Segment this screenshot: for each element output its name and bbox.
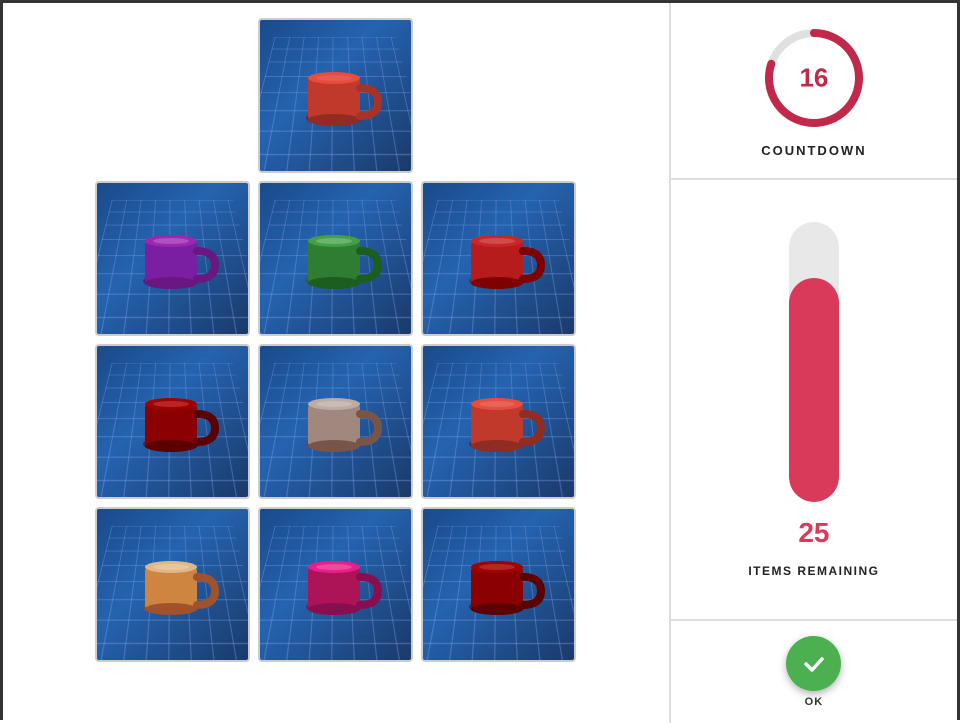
- progress-bar-fill: [789, 278, 839, 502]
- ok-section: OK: [671, 621, 957, 723]
- ok-button[interactable]: [786, 636, 841, 691]
- mug-row-2: [95, 344, 576, 499]
- mug-cell-r2c3[interactable]: [421, 344, 576, 499]
- ok-label: OK: [805, 696, 824, 708]
- items-remaining-number: 25: [798, 517, 829, 549]
- countdown-section: 16 COUNTDOWN: [671, 3, 957, 180]
- progress-bar-container: [789, 222, 839, 502]
- mug-cell-r2c2[interactable]: [258, 344, 413, 499]
- mug-cell-r3c2[interactable]: [258, 507, 413, 662]
- mug-row-1: [95, 181, 576, 336]
- mug-row-3: [95, 507, 576, 662]
- mug-cell-top[interactable]: [258, 18, 413, 173]
- mug-cell-r1c3[interactable]: [421, 181, 576, 336]
- mug-cell-r2c1[interactable]: [95, 344, 250, 499]
- countdown-label: COUNTDOWN: [761, 143, 866, 158]
- countdown-number: 16: [799, 63, 828, 94]
- mug-cell-r1c2[interactable]: [258, 181, 413, 336]
- progress-section: 25 ITEMS REMAINING: [671, 180, 957, 621]
- countdown-timer: 16: [759, 23, 869, 133]
- mug-cell-r3c3[interactable]: [421, 507, 576, 662]
- mug-grid-panel: [3, 3, 669, 723]
- right-panel: 16 COUNTDOWN 25 ITEMS REMAINING OK: [669, 3, 957, 723]
- mug-cell-r3c1[interactable]: [95, 507, 250, 662]
- mug-cell-r1c1[interactable]: [95, 181, 250, 336]
- mug-row-0: [258, 18, 413, 173]
- items-remaining-label: ITEMS REMAINING: [748, 564, 879, 578]
